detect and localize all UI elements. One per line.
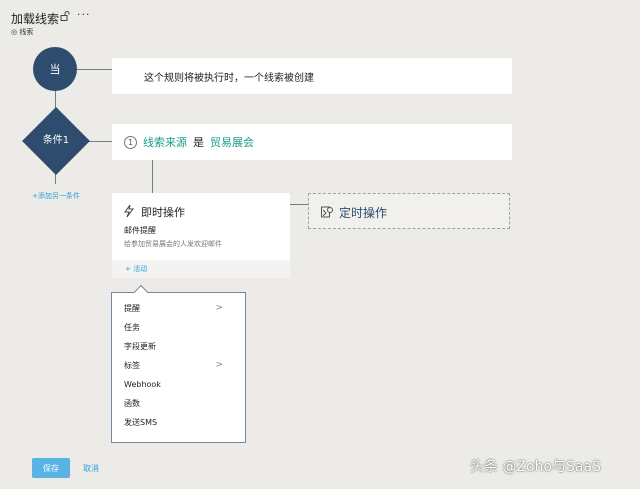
cancel-button[interactable]: 取消: [83, 463, 99, 474]
scheduled-action-card[interactable]: 定时操作: [308, 193, 510, 229]
trigger-text: 这个规则将被执行时，一个线索被创建: [144, 72, 314, 84]
scheduled-action-title: 定时操作: [339, 206, 388, 220]
connector: [290, 204, 308, 205]
when-node: 当: [33, 47, 77, 91]
module-label: ◎ 线索: [11, 28, 34, 36]
add-activity-link[interactable]: + 活动: [125, 264, 147, 274]
connector: [77, 69, 113, 70]
connector: [87, 141, 113, 142]
condition-label: 条件1: [42, 135, 70, 146]
activity-menu: 提醒 > 任务 字段更新 标签 > Webhook 函数 发送SMS: [111, 292, 246, 443]
add-condition-link[interactable]: +添加另一条件: [30, 192, 82, 201]
page-title: 加载线索: [11, 12, 60, 26]
instant-action-card: 即时操作 邮件提醒 给参加贸易展会的人发欢迎邮件 + 活动: [112, 193, 290, 278]
menu-item-function[interactable]: 函数: [112, 394, 245, 413]
condition-box[interactable]: 1 线索来源 是 贸易展会: [112, 124, 512, 160]
menu-item-tag[interactable]: 标签 >: [112, 356, 245, 375]
lightning-icon: [124, 204, 134, 218]
watermark: 头条 @Zoho与SaaS: [470, 459, 601, 475]
menu-item-field-update[interactable]: 字段更新: [112, 337, 245, 356]
more-options-icon[interactable]: ···: [77, 8, 91, 21]
condition-value: 贸易展会: [210, 136, 254, 149]
scheduled-icon: [321, 206, 333, 218]
connector: [152, 160, 153, 193]
instant-action-footer: + 活动: [112, 260, 290, 278]
email-alert-description: 给参加贸易展会的人发欢迎邮件: [124, 240, 222, 248]
save-button[interactable]: 保存: [32, 458, 70, 478]
condition-operator: 是: [193, 136, 204, 149]
email-alert-title[interactable]: 邮件提醒: [124, 225, 156, 236]
trigger-box: 这个规则将被执行时，一个线索被创建: [112, 58, 512, 94]
condition-field: 线索来源: [143, 136, 187, 149]
chevron-right-icon: >: [215, 303, 223, 313]
menu-item-reminder[interactable]: 提醒 >: [112, 299, 245, 318]
condition-number: 1: [124, 135, 137, 149]
menu-item-task[interactable]: 任务: [112, 318, 245, 337]
unlock-icon[interactable]: [60, 11, 70, 21]
instant-action-title: 即时操作: [141, 206, 185, 219]
menu-item-webhook[interactable]: Webhook: [112, 375, 245, 394]
chevron-right-icon: >: [215, 360, 223, 370]
menu-item-send-sms[interactable]: 发送SMS: [112, 413, 245, 432]
